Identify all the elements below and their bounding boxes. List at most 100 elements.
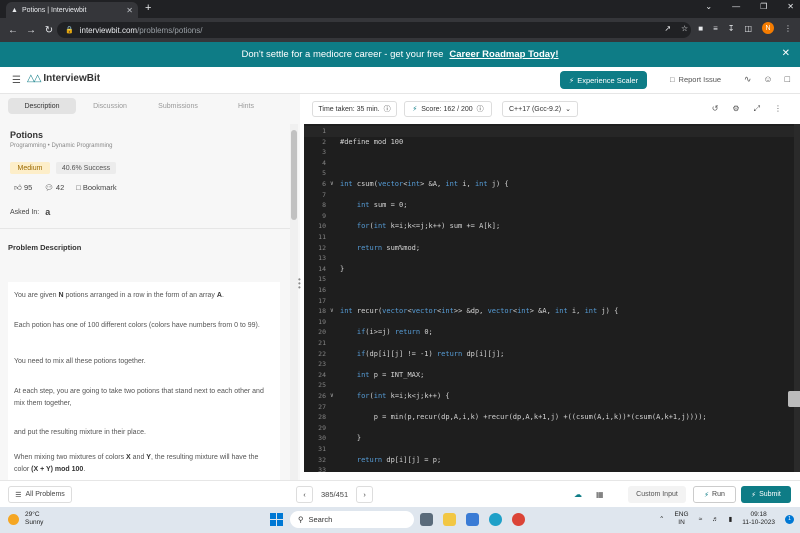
code-line[interactable]: 22 if(dp[i][j] != -1) return dp[i][j]; <box>304 349 794 360</box>
hamburger-menu-icon[interactable]: ☰ <box>12 75 21 86</box>
clock[interactable]: 09:18 11-10-2023 <box>742 511 775 527</box>
browser-tab[interactable]: ▲ Potions | Interviewbit ✕ <box>6 2 138 18</box>
more-icon[interactable]: ⋮ <box>774 104 782 114</box>
report-issue-button[interactable]: □ Report Issue <box>670 75 721 84</box>
code-line[interactable]: 24 int p = INT_MAX; <box>304 370 794 381</box>
code-line[interactable]: 15 <box>304 274 794 285</box>
language-select[interactable]: C++17 (Gcc-9.2) ⌄ <box>502 101 578 117</box>
weather-widget[interactable]: 29°C Sunny <box>8 511 43 527</box>
code-line[interactable]: 19 <box>304 317 794 328</box>
file-explorer-icon[interactable] <box>443 513 456 526</box>
code-line[interactable]: 9 <box>304 211 794 222</box>
problem-scrollbar[interactable] <box>290 124 298 480</box>
new-tab-icon[interactable]: + <box>145 2 151 14</box>
code-line[interactable]: 10 for(int k=i;k<=j;k++) sum += A[k]; <box>304 221 794 232</box>
cloud-check-icon[interactable]: ☁ <box>574 490 582 499</box>
media-icon[interactable]: ≡ <box>713 24 718 33</box>
close-tab-icon[interactable]: ✕ <box>126 6 133 15</box>
taskbar-search[interactable]: ⚲ Search <box>290 511 414 528</box>
download-icon[interactable]: ↧ <box>728 24 735 33</box>
maximize-icon[interactable]: ❐ <box>760 2 767 11</box>
reset-icon[interactable]: ↺ <box>712 104 719 114</box>
fullscreen-icon[interactable]: ⤢ <box>754 104 760 114</box>
custom-input-button[interactable]: Custom Input <box>628 486 686 503</box>
terminal-icon[interactable]: ▦ <box>596 490 604 499</box>
code-line[interactable]: 4 <box>304 158 794 169</box>
tab-submissions[interactable]: Submissions <box>144 98 212 114</box>
code-line[interactable]: 20 if(i>=j) return 0; <box>304 327 794 338</box>
code-line[interactable]: 11 <box>304 232 794 243</box>
interviewbit-logo[interactable]: △△ InterviewBit <box>27 73 100 84</box>
activity-icon[interactable]: ∿ <box>744 74 752 85</box>
floating-widget-icon[interactable] <box>788 391 800 407</box>
tab-search-icon[interactable]: ⌄ <box>705 2 712 11</box>
wifi-icon[interactable]: ≈ <box>699 516 703 523</box>
video-app-icon[interactable] <box>466 513 479 526</box>
pane-resize-handle[interactable]: • • • <box>298 276 301 292</box>
code-line[interactable]: 18 ∨ int recur(vector<vector<int>> &dp, ve… <box>304 306 794 317</box>
back-icon[interactable]: ← <box>4 25 22 36</box>
edge-browser-icon[interactable] <box>489 513 502 526</box>
code-line[interactable]: 28 p = min(p,recur(dp,A,i,k) +recur(dp,A… <box>304 412 794 423</box>
run-button[interactable]: ⚡ Run <box>693 486 736 503</box>
code-line[interactable]: 32 return dp[i][j] = p; <box>304 455 794 466</box>
reload-icon[interactable]: ↻ <box>40 25 58 36</box>
fold-chevron-icon[interactable]: ∨ <box>330 391 334 402</box>
code-editor[interactable]: 1 2 #define mod 100 3 4 5 6 ∨ int csum(vector<in… <box>304 124 800 472</box>
code-line[interactable]: 26 ∨ for(int k=i;k<j;k++) { <box>304 391 794 402</box>
code-line[interactable]: 25 <box>304 380 794 391</box>
profile-avatar[interactable]: N <box>762 22 774 34</box>
tab-description[interactable]: Description <box>8 98 76 114</box>
code-line[interactable]: 30 } <box>304 433 794 444</box>
career-roadmap-link[interactable]: Career Roadmap Today! <box>449 49 558 60</box>
scrollbar-thumb[interactable] <box>291 130 297 220</box>
sidepanel-icon[interactable]: ◫ <box>744 24 752 33</box>
code-line[interactable]: 27 <box>304 402 794 413</box>
code-line[interactable]: 16 <box>304 285 794 296</box>
code-line[interactable]: 23 <box>304 359 794 370</box>
code-line[interactable]: 17 <box>304 296 794 307</box>
code-line[interactable]: 3 <box>304 147 794 158</box>
minimize-icon[interactable]: — <box>732 2 740 11</box>
battery-icon[interactable]: ▮ <box>729 515 733 523</box>
address-bar[interactable]: 🔒 interviewbit.com/problems/potions/ <box>57 22 691 38</box>
language-indicator[interactable]: ENG IN <box>674 511 688 527</box>
code-line[interactable]: 7 <box>304 190 794 201</box>
fold-chevron-icon[interactable]: ∨ <box>330 179 334 190</box>
settings-icon[interactable]: ⚙ <box>732 104 739 114</box>
code-line[interactable]: 8 int sum = 0; <box>304 200 794 211</box>
code-line[interactable]: 5 <box>304 168 794 179</box>
close-window-icon[interactable]: ✕ <box>787 2 794 11</box>
user-icon[interactable]: ☺ <box>763 74 772 85</box>
submit-button[interactable]: ⚡ Submit <box>741 486 791 503</box>
editor-scrollbar[interactable] <box>794 124 800 472</box>
all-problems-button[interactable]: ☰ All Problems <box>8 486 72 503</box>
star-icon[interactable]: ☆ <box>681 24 688 33</box>
share-icon[interactable]: ↗ <box>664 24 671 33</box>
prev-problem-button[interactable]: ‹ <box>296 486 313 503</box>
experience-scaler-button[interactable]: ⚡ Experience Scaler <box>560 71 647 89</box>
windows-start-icon[interactable] <box>270 513 283 526</box>
tab-hints[interactable]: Hints <box>212 98 280 114</box>
puzzle-icon[interactable]: ■ <box>698 24 703 33</box>
close-banner-icon[interactable]: ✕ <box>782 48 790 59</box>
code-line[interactable]: 2 #define mod 100 <box>304 137 794 148</box>
code-line[interactable]: 6 ∨ int csum(vector<int> &A, int i, int j)… <box>304 179 794 190</box>
amazon-logo-icon[interactable]: a <box>45 207 50 217</box>
code-line[interactable]: 33 <box>304 465 794 472</box>
forward-icon[interactable]: → <box>22 25 40 36</box>
code-line[interactable]: 31 <box>304 444 794 455</box>
fold-chevron-icon[interactable]: ∨ <box>330 306 334 317</box>
tab-discussion[interactable]: Discussion <box>76 98 144 114</box>
chat-icon[interactable]: □ <box>785 74 790 85</box>
code-line[interactable]: 13 <box>304 253 794 264</box>
comments-button[interactable]: 💬︎ 42 <box>44 183 64 193</box>
bookmark-button[interactable]: □ Bookmark <box>76 183 116 193</box>
notification-icon[interactable]: 1 <box>785 514 794 524</box>
code-line[interactable]: 12 return sum%mod; <box>304 243 794 254</box>
code-line[interactable]: 29 <box>304 423 794 434</box>
info-icon[interactable]: ⓘ <box>477 104 484 114</box>
next-problem-button[interactable]: › <box>356 486 374 503</box>
menu-dots-icon[interactable]: ⋮ <box>784 24 792 33</box>
code-line[interactable]: 14} <box>304 264 794 275</box>
